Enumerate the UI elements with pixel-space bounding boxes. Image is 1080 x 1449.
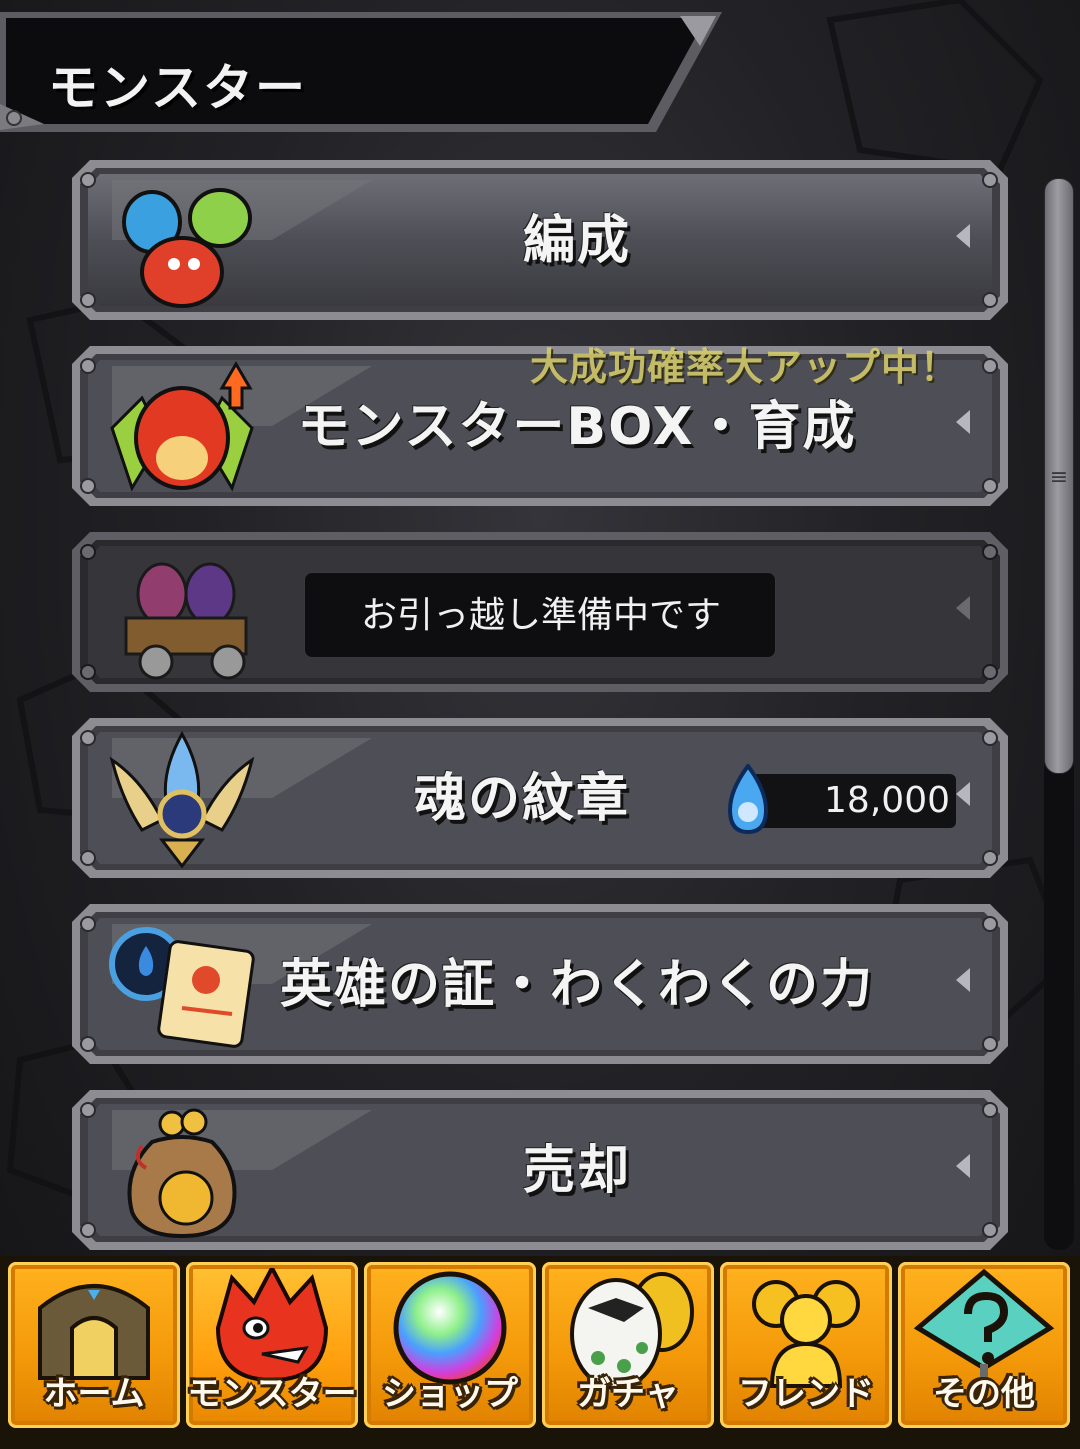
promo-banner-text: 大成功確率大アップ中！ [530,345,960,389]
menu-label: 売却 [522,1141,631,1201]
chevron-left-icon [956,782,970,806]
menu-label: 編成 [522,211,631,271]
nav-shop[interactable]: ショップ [364,1262,536,1428]
menu-button-hero-proof[interactable]: 英雄の証・わくわくの力 [72,904,1008,1064]
nav-label: モンスター [187,1374,357,1414]
chevron-left-icon [956,224,970,248]
menu-label: モンスターBOX・育成 [297,397,857,457]
blue-flame-icon [727,764,769,835]
page-title: モンスター [48,59,307,117]
menu-button-formation[interactable]: 編成 [72,160,1008,320]
chevron-left-icon [956,1154,970,1178]
page-header: モンスター [0,12,722,136]
scrollbar-grip-icon: ≡ [1049,465,1069,490]
tooltip-text: お引っ越し準備中です [360,595,721,636]
nav-gacha[interactable]: ガチャ [542,1262,714,1428]
chevron-left-icon [956,410,970,434]
nav-label: ホーム [43,1374,145,1414]
menu-label: 英雄の証・わくわくの力 [279,955,874,1015]
nav-other[interactable]: その他 [898,1262,1070,1428]
nav-monster[interactable]: モンスター [186,1262,358,1428]
menu-button-sell[interactable]: 売却 [72,1090,1008,1250]
chevron-left-icon [956,596,970,620]
nav-label: その他 [933,1374,1035,1414]
nav-label: ショップ [382,1374,518,1414]
chevron-left-icon [956,968,970,992]
nav-friend[interactable]: フレンド [720,1262,892,1428]
nav-label: ガチャ [577,1374,679,1414]
nav-label: フレンド [738,1374,874,1414]
tooltip: お引っ越し準備中です [304,572,776,658]
soul-count-value: 18,000 [824,780,950,821]
egg-cart-icon [124,562,248,680]
nav-home[interactable]: ホーム [8,1262,180,1428]
